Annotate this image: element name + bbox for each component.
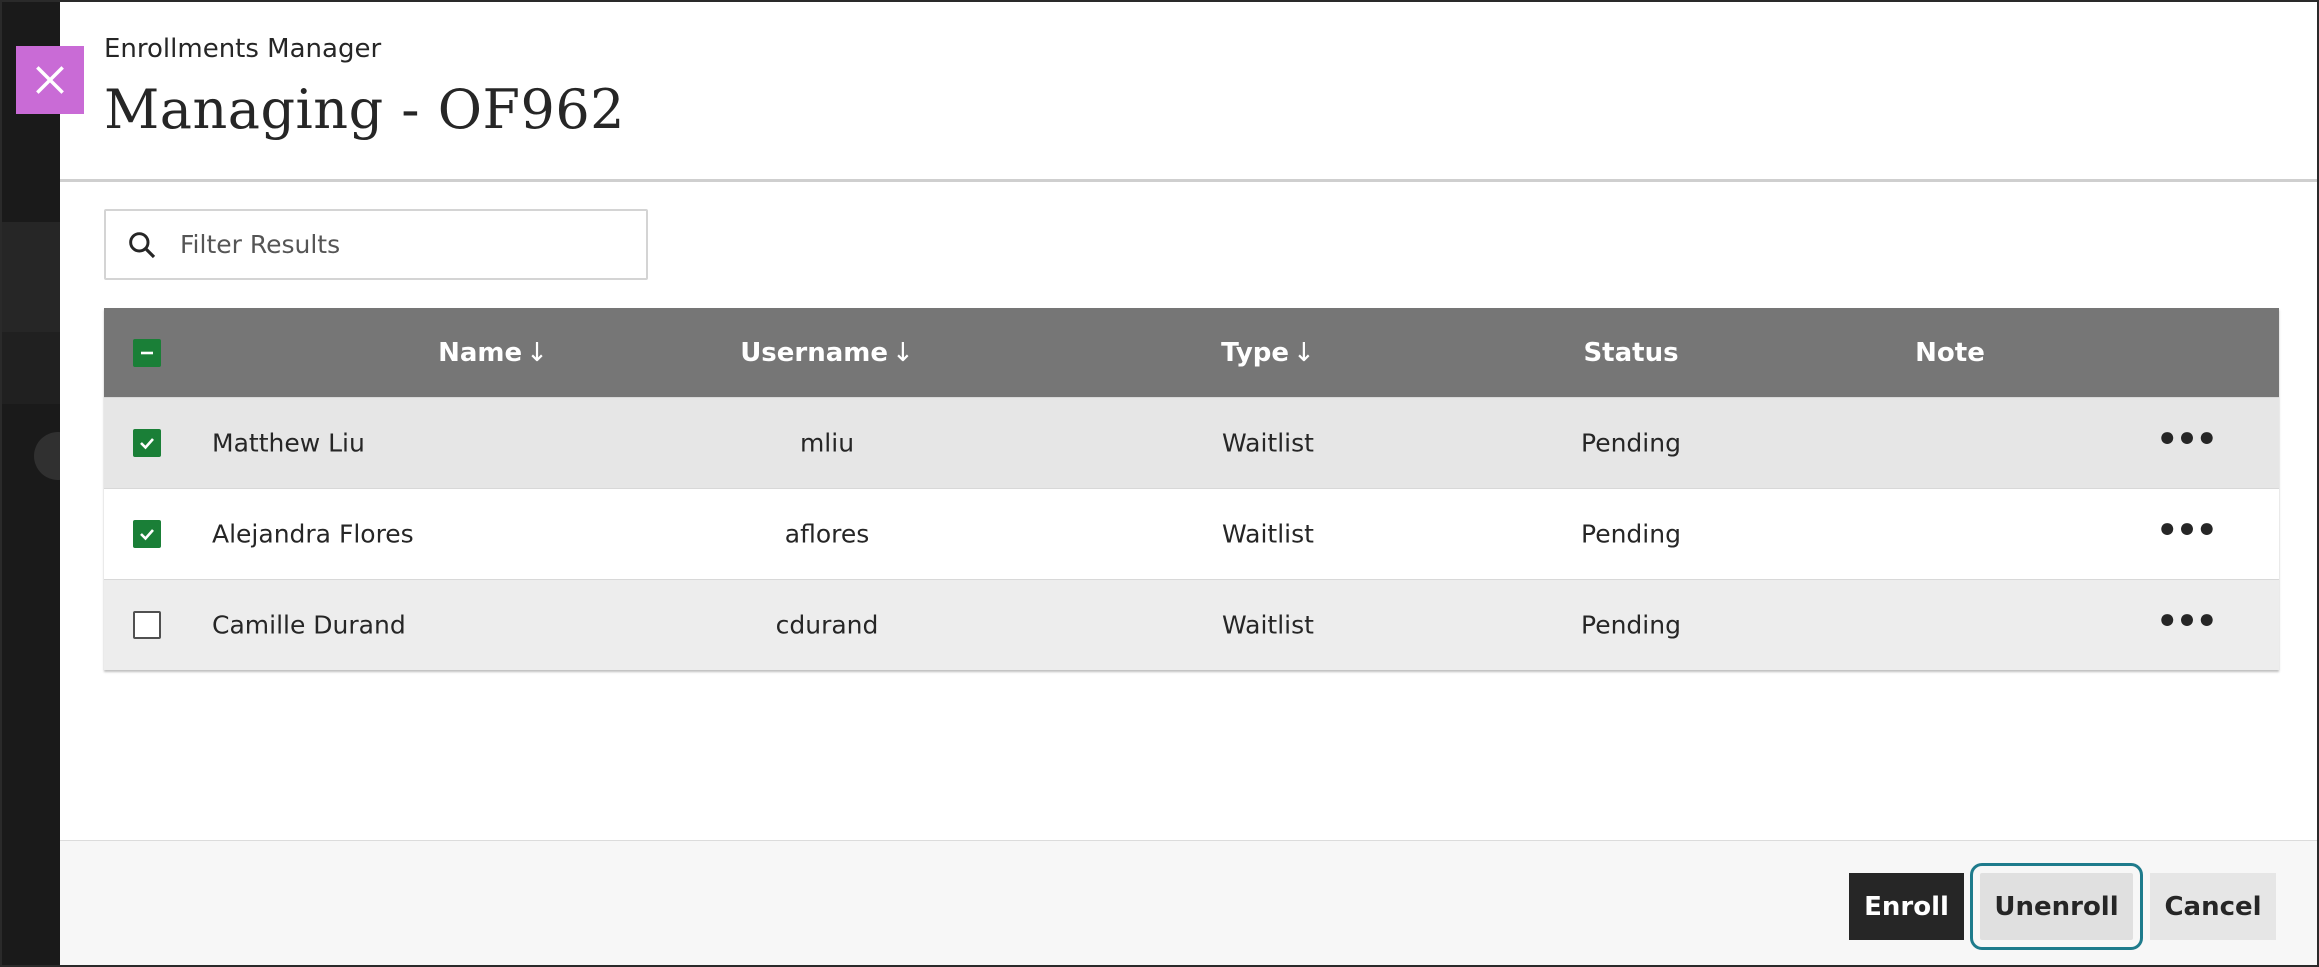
more-options-icon[interactable]: ••• bbox=[2156, 605, 2217, 639]
column-label-name: Name bbox=[438, 337, 523, 368]
app-frame: Enrollments Manager Managing - OF962 Nam… bbox=[0, 0, 2319, 967]
row-username: mliu bbox=[799, 428, 855, 458]
row-username: cdurand bbox=[775, 610, 879, 640]
background-block bbox=[2, 332, 62, 404]
column-header-type[interactable]: Type ↓ bbox=[1221, 338, 1315, 368]
table-row: Alejandra Flores aflores Waitlist Pendin… bbox=[104, 488, 2279, 579]
table-row: Camille Durand cdurand Waitlist Pending … bbox=[104, 579, 2279, 670]
row-type: Waitlist bbox=[1222, 519, 1314, 549]
row-type: Waitlist bbox=[1222, 610, 1314, 640]
panel-header: Enrollments Manager Managing - OF962 bbox=[16, 2, 2317, 182]
sort-arrow-icon: ↓ bbox=[1293, 337, 1315, 368]
check-icon bbox=[140, 438, 154, 450]
enrollments-panel: Enrollments Manager Managing - OF962 Nam… bbox=[16, 2, 2317, 965]
column-header-username[interactable]: Username ↓ bbox=[740, 338, 914, 368]
enroll-button[interactable]: Enroll bbox=[1849, 873, 1964, 940]
row-status: Pending bbox=[1581, 610, 1681, 640]
sort-arrow-icon: ↓ bbox=[892, 337, 914, 368]
column-label-note: Note bbox=[1915, 337, 1985, 368]
search-icon bbox=[129, 231, 156, 258]
check-icon bbox=[140, 529, 154, 541]
column-header-note: Note bbox=[1915, 338, 1985, 368]
more-options-icon[interactable]: ••• bbox=[2156, 423, 2217, 457]
row-status: Pending bbox=[1581, 428, 1681, 458]
row-status: Pending bbox=[1581, 519, 1681, 549]
enrollments-table: Name ↓ Username ↓ Type ↓ Status Note Mat… bbox=[104, 308, 2279, 670]
close-button[interactable] bbox=[16, 46, 84, 114]
panel-footer: Enroll Unenroll Cancel bbox=[60, 840, 2317, 965]
row-checkbox[interactable] bbox=[133, 520, 161, 548]
more-options-icon[interactable]: ••• bbox=[2156, 514, 2217, 548]
panel-subtitle: Enrollments Manager bbox=[104, 34, 382, 64]
filter-input[interactable] bbox=[180, 230, 620, 259]
filter-field[interactable] bbox=[104, 209, 648, 280]
column-header-name[interactable]: Name ↓ bbox=[438, 338, 548, 368]
row-name: Camille Durand bbox=[212, 610, 406, 640]
background-block bbox=[2, 222, 62, 332]
column-label-username: Username bbox=[740, 337, 889, 368]
row-checkbox[interactable] bbox=[133, 611, 161, 639]
table-row: Matthew Liu mliu Waitlist Pending ••• bbox=[104, 397, 2279, 488]
select-all-checkbox[interactable] bbox=[133, 338, 161, 367]
column-label-status: Status bbox=[1583, 337, 1679, 368]
background-app bbox=[2, 2, 82, 965]
cancel-button[interactable]: Cancel bbox=[2150, 873, 2276, 940]
row-name: Matthew Liu bbox=[212, 428, 365, 458]
sort-arrow-icon: ↓ bbox=[526, 337, 548, 368]
unenroll-button[interactable]: Unenroll bbox=[1970, 863, 2143, 950]
column-header-status: Status bbox=[1583, 338, 1678, 368]
minus-icon bbox=[141, 351, 153, 354]
row-type: Waitlist bbox=[1222, 428, 1314, 458]
column-label-type: Type bbox=[1221, 337, 1290, 368]
page-title: Managing - OF962 bbox=[104, 78, 626, 141]
row-name: Alejandra Flores bbox=[212, 519, 414, 549]
row-username: aflores bbox=[784, 519, 870, 549]
close-icon bbox=[36, 66, 64, 94]
table-header: Name ↓ Username ↓ Type ↓ Status Note bbox=[104, 308, 2279, 397]
row-checkbox[interactable] bbox=[133, 429, 161, 457]
